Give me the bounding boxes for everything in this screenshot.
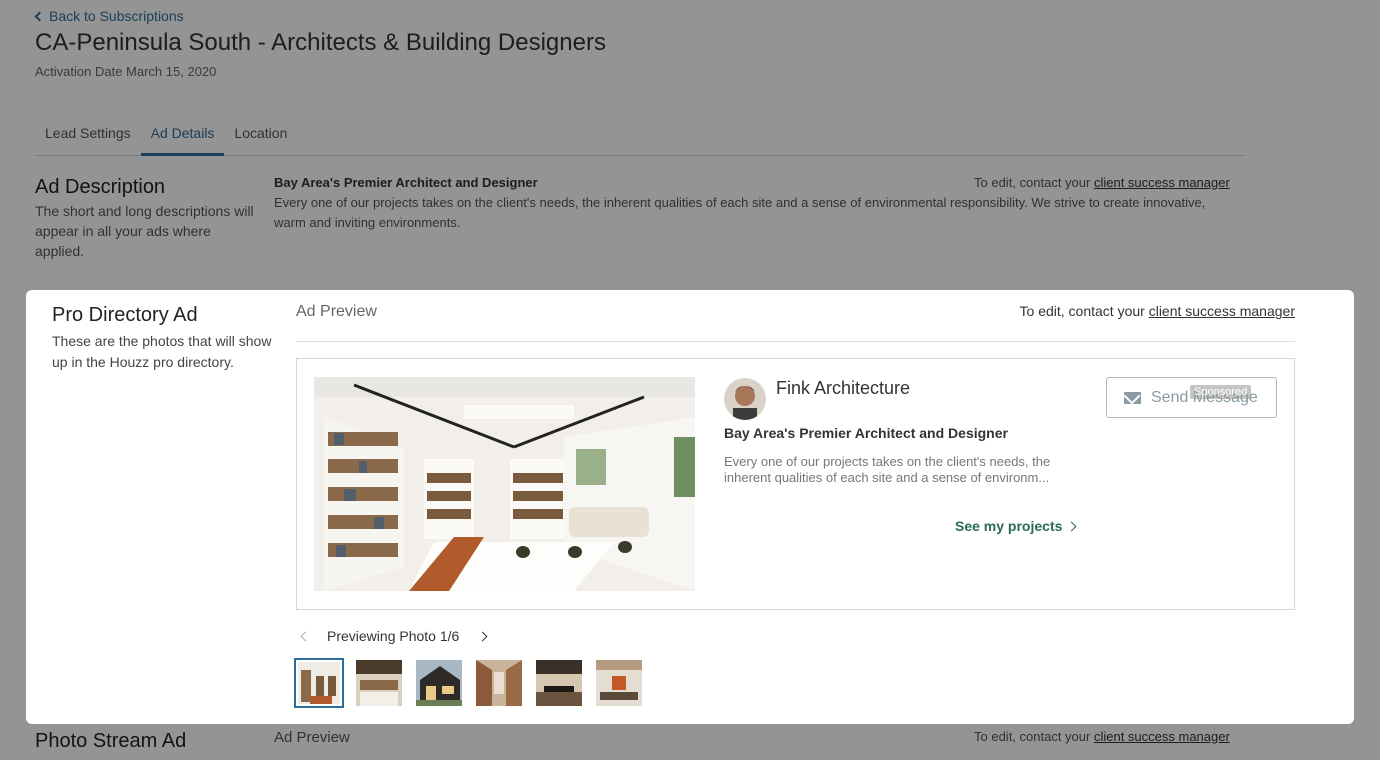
ad-preview-card: Fink Architecture Bay Area's Premier Arc… (296, 358, 1295, 610)
pro-directory-ad-panel: Pro Directory Ad These are the photos th… (26, 290, 1354, 724)
pager-label: Previewing Photo 1/6 (327, 628, 460, 644)
photo-pager: Previewing Photo 1/6 (296, 628, 488, 644)
main-project-photo[interactable] (314, 377, 695, 591)
thumbnail[interactable] (596, 660, 642, 706)
edit-note-text: To edit, contact your (1019, 303, 1149, 319)
pro-avatar[interactable] (724, 378, 766, 420)
card-body: Every one of our projects takes on the c… (724, 454, 1051, 485)
chevron-left-icon[interactable] (300, 631, 311, 641)
pro-directory-title: Pro Directory Ad (52, 304, 198, 326)
divider (296, 341, 1295, 342)
mail-icon (1124, 391, 1141, 404)
pro-directory-help: These are the photos that will show up i… (52, 333, 272, 370)
chevron-right-icon[interactable] (477, 631, 488, 641)
client-success-manager-link[interactable]: client success manager (1149, 303, 1295, 319)
see-my-projects-link[interactable]: See my projects (955, 518, 1077, 534)
thumbnail[interactable] (356, 660, 402, 706)
sponsored-badge: Sponsored (1190, 385, 1252, 399)
photo-thumbnails (294, 658, 642, 708)
thumbnail[interactable] (294, 658, 344, 708)
pro-directory-edit-note: To edit, contact your client success man… (1020, 303, 1295, 319)
thumbnail[interactable] (536, 660, 582, 706)
card-headline: Bay Area's Premier Architect and Designe… (724, 425, 1008, 441)
thumbnail[interactable] (416, 660, 462, 706)
pro-name[interactable]: Fink Architecture (776, 378, 910, 399)
see-my-projects-label: See my projects (955, 518, 1063, 534)
thumbnail[interactable] (476, 660, 522, 706)
chevron-right-icon (1066, 521, 1077, 531)
ad-preview-label: Ad Preview (296, 303, 377, 320)
